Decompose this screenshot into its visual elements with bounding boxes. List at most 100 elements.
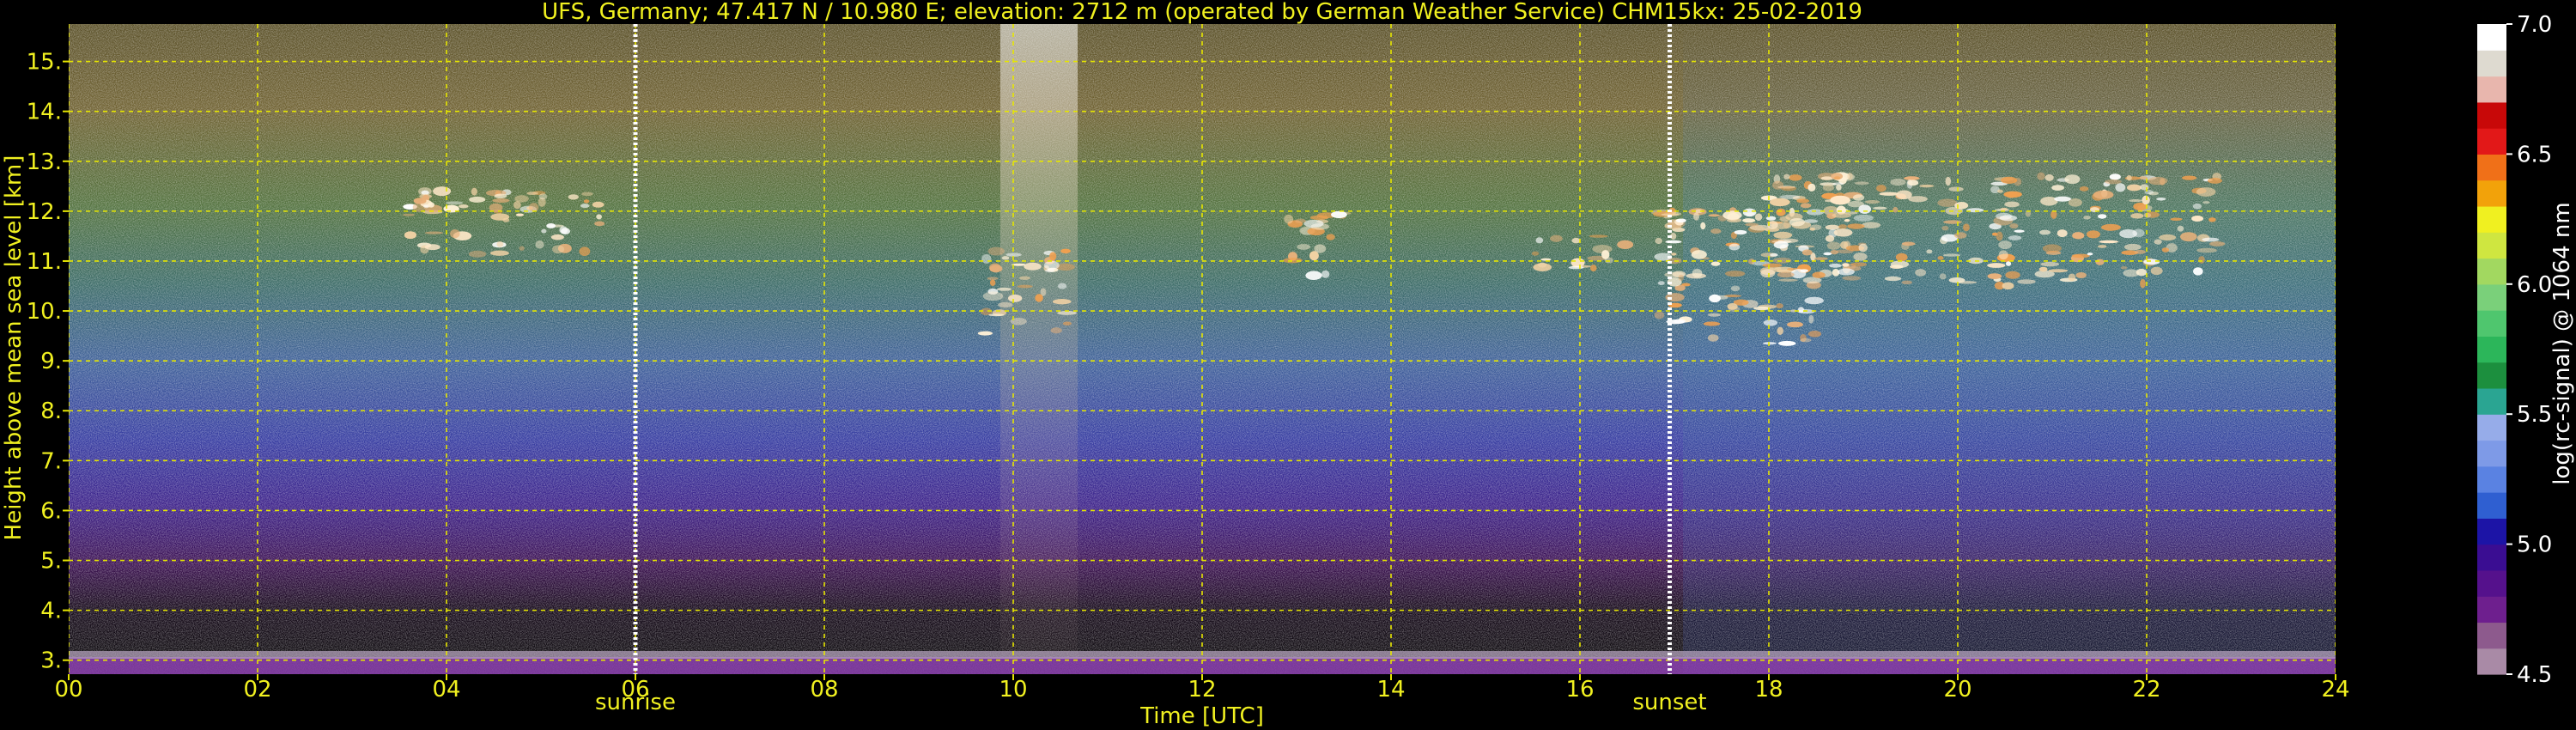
colorbar-segment (2477, 440, 2506, 467)
cloud-blob (2057, 229, 2068, 238)
colorbar-segment (2477, 101, 2506, 129)
cloud-blob (1309, 251, 1319, 261)
y-tick-label: 3. (40, 648, 62, 674)
cloud-blob (2143, 259, 2160, 265)
cloud-blob (1533, 263, 1552, 271)
cloud-blob (2192, 203, 2202, 210)
cloud-blob (2144, 190, 2154, 195)
cloud-blob (1948, 186, 1964, 192)
cloud-blob (490, 213, 510, 221)
colorbar-segment (2477, 205, 2506, 233)
cloud-blob (1830, 195, 1850, 205)
cloud-blob (446, 201, 464, 205)
cloud-blob (2132, 228, 2145, 238)
cloud-blob (1742, 218, 1756, 223)
cloud-blob (2086, 230, 2100, 239)
cloud-blob (1844, 218, 1850, 222)
cloud-blob (1745, 222, 1759, 227)
cloud-blob (1763, 319, 1778, 326)
cloud-blob (526, 192, 538, 196)
cloud-blob (1024, 262, 1042, 271)
cloud-blob (987, 246, 1005, 256)
cloud-blob (2051, 185, 2064, 192)
y-tick-label: 15. (27, 50, 62, 76)
cloud-blob (2099, 240, 2119, 244)
cloud-blob (1760, 269, 1776, 278)
cloud-blob (1601, 250, 1610, 259)
cloud-blob (1284, 214, 1294, 224)
cloud-blob (1836, 184, 1842, 191)
cloud-blob (2140, 184, 2149, 191)
cloud-blob (2000, 207, 2008, 211)
cloud-blob (1531, 251, 1540, 256)
cloud-blob (496, 240, 504, 247)
cloud-blob (2054, 196, 2071, 202)
cloud-blob (1941, 225, 1949, 231)
cloud-blob (541, 228, 547, 234)
cloud-blob (1052, 299, 1072, 305)
cloud-blob (1822, 184, 1835, 192)
cloud-blob (2064, 174, 2081, 185)
cloud-blob (1709, 294, 1721, 303)
cloud-blob (996, 287, 1012, 291)
cloud-blob (2140, 278, 2146, 289)
cloud-blob (1754, 213, 1763, 222)
cloud-blob (1884, 276, 1902, 282)
colorbar-tick-label: 6.0 (2517, 272, 2552, 298)
colorbar-tick-label: 5.0 (2517, 532, 2552, 558)
cloud-blob (1768, 266, 1782, 271)
cloud-blob (2207, 177, 2222, 184)
cloud-blob (981, 253, 992, 264)
cloud-blob (2044, 173, 2054, 181)
cloud-blob (1331, 210, 1347, 219)
cloud-blob (2075, 271, 2087, 279)
cloud-blob (1873, 206, 1887, 210)
cloud-blob (1853, 252, 1868, 261)
cloud-blob (1858, 243, 1868, 252)
cloud-blob (1049, 252, 1057, 261)
ceilometer-chart: 00 02 04 06 08 10 12 14 16 18 20 22 24 3.4.5.6.7.8.9… (1, 0, 2575, 729)
x-axis-ticks: 00 02 04 06 08 10 12 14 16 18 20 22 24 (54, 674, 2350, 703)
x-tick-label: 20 (1943, 677, 1971, 703)
cloud-blob (998, 301, 1013, 308)
colorbar-segment (2477, 232, 2506, 259)
cloud-blob (2120, 266, 2128, 270)
cloud-blob (559, 226, 568, 234)
cloud-blob (1807, 183, 1816, 192)
colorbar-segment (2477, 283, 2506, 311)
cloud-blob (1571, 237, 1581, 244)
cloud-blob (1801, 249, 1813, 256)
x-tick-label: 08 (810, 677, 838, 703)
cloud-blob (2208, 217, 2216, 222)
cloud-blob (1864, 200, 1880, 204)
cloud-blob (1765, 216, 1777, 221)
y-tick-label: 12. (27, 199, 62, 225)
cloud-blob (402, 213, 416, 216)
cloud-blob (1800, 203, 1812, 209)
cloud-blob (2079, 186, 2089, 192)
cloud-blob (1044, 269, 1055, 273)
cloud-blob (489, 250, 509, 256)
cloud-blob (596, 214, 602, 220)
cloud-blob (1017, 284, 1033, 289)
cloud-blob (988, 263, 1001, 272)
cloud-blob (1825, 234, 1835, 242)
cloud-blob (1707, 313, 1721, 317)
colorbar-ticks: 4.5 5.0 5.5 6.0 6.5 7.0 (2506, 12, 2552, 688)
cloud-blob (1727, 302, 1738, 310)
cloud-blob (1847, 223, 1865, 229)
cloud-blob (2202, 201, 2210, 204)
cloud-blob (1937, 256, 1944, 260)
cloud-blob (1833, 228, 1853, 237)
x-tick-label: 04 (432, 677, 460, 703)
cloud-blob (1710, 261, 1721, 266)
colorbar-segment (2477, 465, 2506, 493)
cloud-blob (1852, 194, 1865, 201)
cloud-blob (1057, 283, 1067, 289)
cloud-blob (1728, 243, 1741, 251)
cloud-blob (579, 246, 591, 256)
cloud-blob (1787, 321, 1803, 328)
cloud-blob (1796, 198, 1810, 204)
cloud-blob (2136, 268, 2148, 277)
cloud-blob (433, 186, 452, 197)
